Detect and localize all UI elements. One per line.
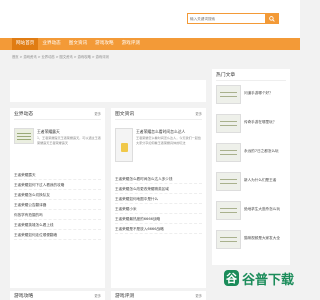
search-box xyxy=(187,13,279,24)
side-thumbnail xyxy=(216,114,241,133)
header-bar xyxy=(0,0,300,38)
side-item-title[interactable]: 绝地求生大逃杀怎么玩 xyxy=(244,207,280,212)
side-item-title[interactable]: 新人为什么们是王者 xyxy=(244,178,276,183)
side-item[interactable]: 绝地求生大逃杀怎么玩 xyxy=(216,199,286,222)
watermark-icon: 谷 xyxy=(224,270,239,286)
industry-panel-header: 业界动态 更多 xyxy=(14,108,101,120)
review-panel: 游戏评测 更多 xyxy=(111,291,206,300)
nav-item-news[interactable]: 图文资讯 xyxy=(65,38,91,50)
news-feature-desc: 王者荣耀怎么看时间怎么达人，今天我们一起给大家分享如何看王者荣耀具体的玩法 xyxy=(136,136,201,145)
industry-feature-thumbnail[interactable] xyxy=(14,128,34,144)
side-thumbnail xyxy=(216,201,241,220)
side-thumbnail xyxy=(216,85,241,104)
search-icon xyxy=(268,15,275,22)
list-item[interactable]: 王者荣耀最热度的6666战略 xyxy=(115,214,202,224)
banner-panel xyxy=(10,80,206,102)
side-item[interactable]: 新人为什么们是王者 xyxy=(216,170,286,193)
search-button[interactable] xyxy=(265,14,278,23)
guide-panel-title: 游戏攻略 xyxy=(14,294,34,299)
news-panel-header: 图文资讯 更多 xyxy=(115,108,202,120)
news-more-link[interactable]: 更多 xyxy=(195,111,202,116)
industry-list: 王者荣耀露天 王者荣耀如何下过人看我的攻略 王者荣耀怎么切换队友 王者荣耀公告翻… xyxy=(14,170,101,240)
industry-panel-title: 业界动态 xyxy=(14,112,34,117)
side-item[interactable]: 问道手游哪个好？ xyxy=(216,83,286,106)
industry-panel: 业界动态 更多 王者荣耀露天 1、王者荣耀露天王者荣耀露天，可以通过王者荣耀露天… xyxy=(10,108,105,288)
news-panel-title: 图文资讯 xyxy=(115,112,135,117)
list-item[interactable]: 王者荣耀怎么看时间怎么达人多少钱 xyxy=(115,174,202,184)
nav-item-industry[interactable]: 业界动态 xyxy=(38,38,64,50)
main-nav: 网站首页 业界动态 图文资讯 游戏攻略 游戏评测 xyxy=(0,38,300,50)
side-item-title[interactable]: 传奇手游在哪里玩？ xyxy=(244,120,276,125)
nav-item-review[interactable]: 游戏评测 xyxy=(118,38,144,50)
list-item[interactable]: 王者荣耀小米 xyxy=(115,204,202,214)
hot-panel: 热门文章 问道手游哪个好？ 传奇手游在哪里玩？ 永远的7日之都怎么玩 新人为什么… xyxy=(212,69,290,265)
guide-more-link[interactable]: 更多 xyxy=(94,293,101,298)
side-thumbnail xyxy=(216,143,241,162)
news-panel: 图文资讯 更多 王者荣耀怎么看时间怎么达人 王者荣耀怎么看时间怎么达人，今天我们… xyxy=(111,108,206,288)
review-panel-title: 游戏评测 xyxy=(115,294,135,299)
hot-panel-header: 热门文章 xyxy=(216,69,286,81)
hot-panel-title: 热门文章 xyxy=(216,73,236,78)
list-item[interactable]: 王者荣耀是不是放入6666战略 xyxy=(115,224,202,234)
side-item[interactable]: 永远的7日之都怎么玩 xyxy=(216,141,286,164)
list-item[interactable]: 王者荣耀公告翻译器 xyxy=(14,200,101,210)
nav-item-guide[interactable]: 游戏攻略 xyxy=(91,38,117,50)
news-list: 王者荣耀怎么看时间怎么达人多少钱 王者荣耀怎么改更改荣耀精英区域 王者荣耀如何地… xyxy=(115,174,202,234)
breadcrumb: 首页 > 游戏资讯 > 业界动态 > 图文资讯 > 游戏攻略 > 游戏评测 xyxy=(12,55,109,59)
side-item-title[interactable]: 猫咪视频是大家发大全 xyxy=(244,236,280,241)
news-feature-thumbnail[interactable] xyxy=(115,128,133,162)
list-item[interactable]: 王者荣耀如何下过人看我的攻略 xyxy=(14,180,101,190)
watermark-text: 谷普下载 xyxy=(241,272,294,288)
list-item[interactable]: 王者荣耀英雄怎么看上线 xyxy=(14,220,101,230)
review-more-link[interactable]: 更多 xyxy=(195,293,202,298)
list-item[interactable]: 王者荣耀怎么改更改荣耀精英区域 xyxy=(115,184,202,194)
list-item[interactable]: 王者荣耀露天 xyxy=(14,170,101,180)
side-item[interactable]: 传奇手游在哪里玩？ xyxy=(216,112,286,135)
list-item[interactable]: 王者荣耀如何走位顺便翻墙 xyxy=(14,230,101,240)
side-item-title[interactable]: 问道手游哪个好？ xyxy=(244,91,273,96)
list-item[interactable]: 王者荣耀怎么切换队友 xyxy=(14,190,101,200)
guide-panel-header: 游戏攻略 更多 xyxy=(14,291,101,300)
list-item[interactable]: 你放学有拍摄的吗 xyxy=(14,210,101,220)
side-thumbnail xyxy=(216,172,241,191)
review-panel-header: 游戏评测 更多 xyxy=(115,291,202,300)
industry-feature-title[interactable]: 王者荣耀露天 xyxy=(37,129,60,135)
side-thumbnail xyxy=(216,230,241,249)
side-item-title[interactable]: 永远的7日之都怎么玩 xyxy=(244,149,279,154)
side-item[interactable]: 猫咪视频是大家发大全 xyxy=(216,228,286,251)
industry-feature-desc: 1、王者荣耀露天王者荣耀露天，可以通过王者荣耀露天王者荣耀露天 xyxy=(37,136,101,145)
industry-more-link[interactable]: 更多 xyxy=(94,111,101,116)
news-feature-title[interactable]: 王者荣耀怎么看时间怎么达人 xyxy=(136,129,185,135)
nav-item-home[interactable]: 网站首页 xyxy=(12,38,39,50)
list-item[interactable]: 王者荣耀如何地图中是什么 xyxy=(115,194,202,204)
guide-panel: 游戏攻略 更多 xyxy=(10,291,105,300)
watermark-logo: 谷 谷普下载 xyxy=(224,266,294,290)
search-input[interactable] xyxy=(188,14,265,23)
